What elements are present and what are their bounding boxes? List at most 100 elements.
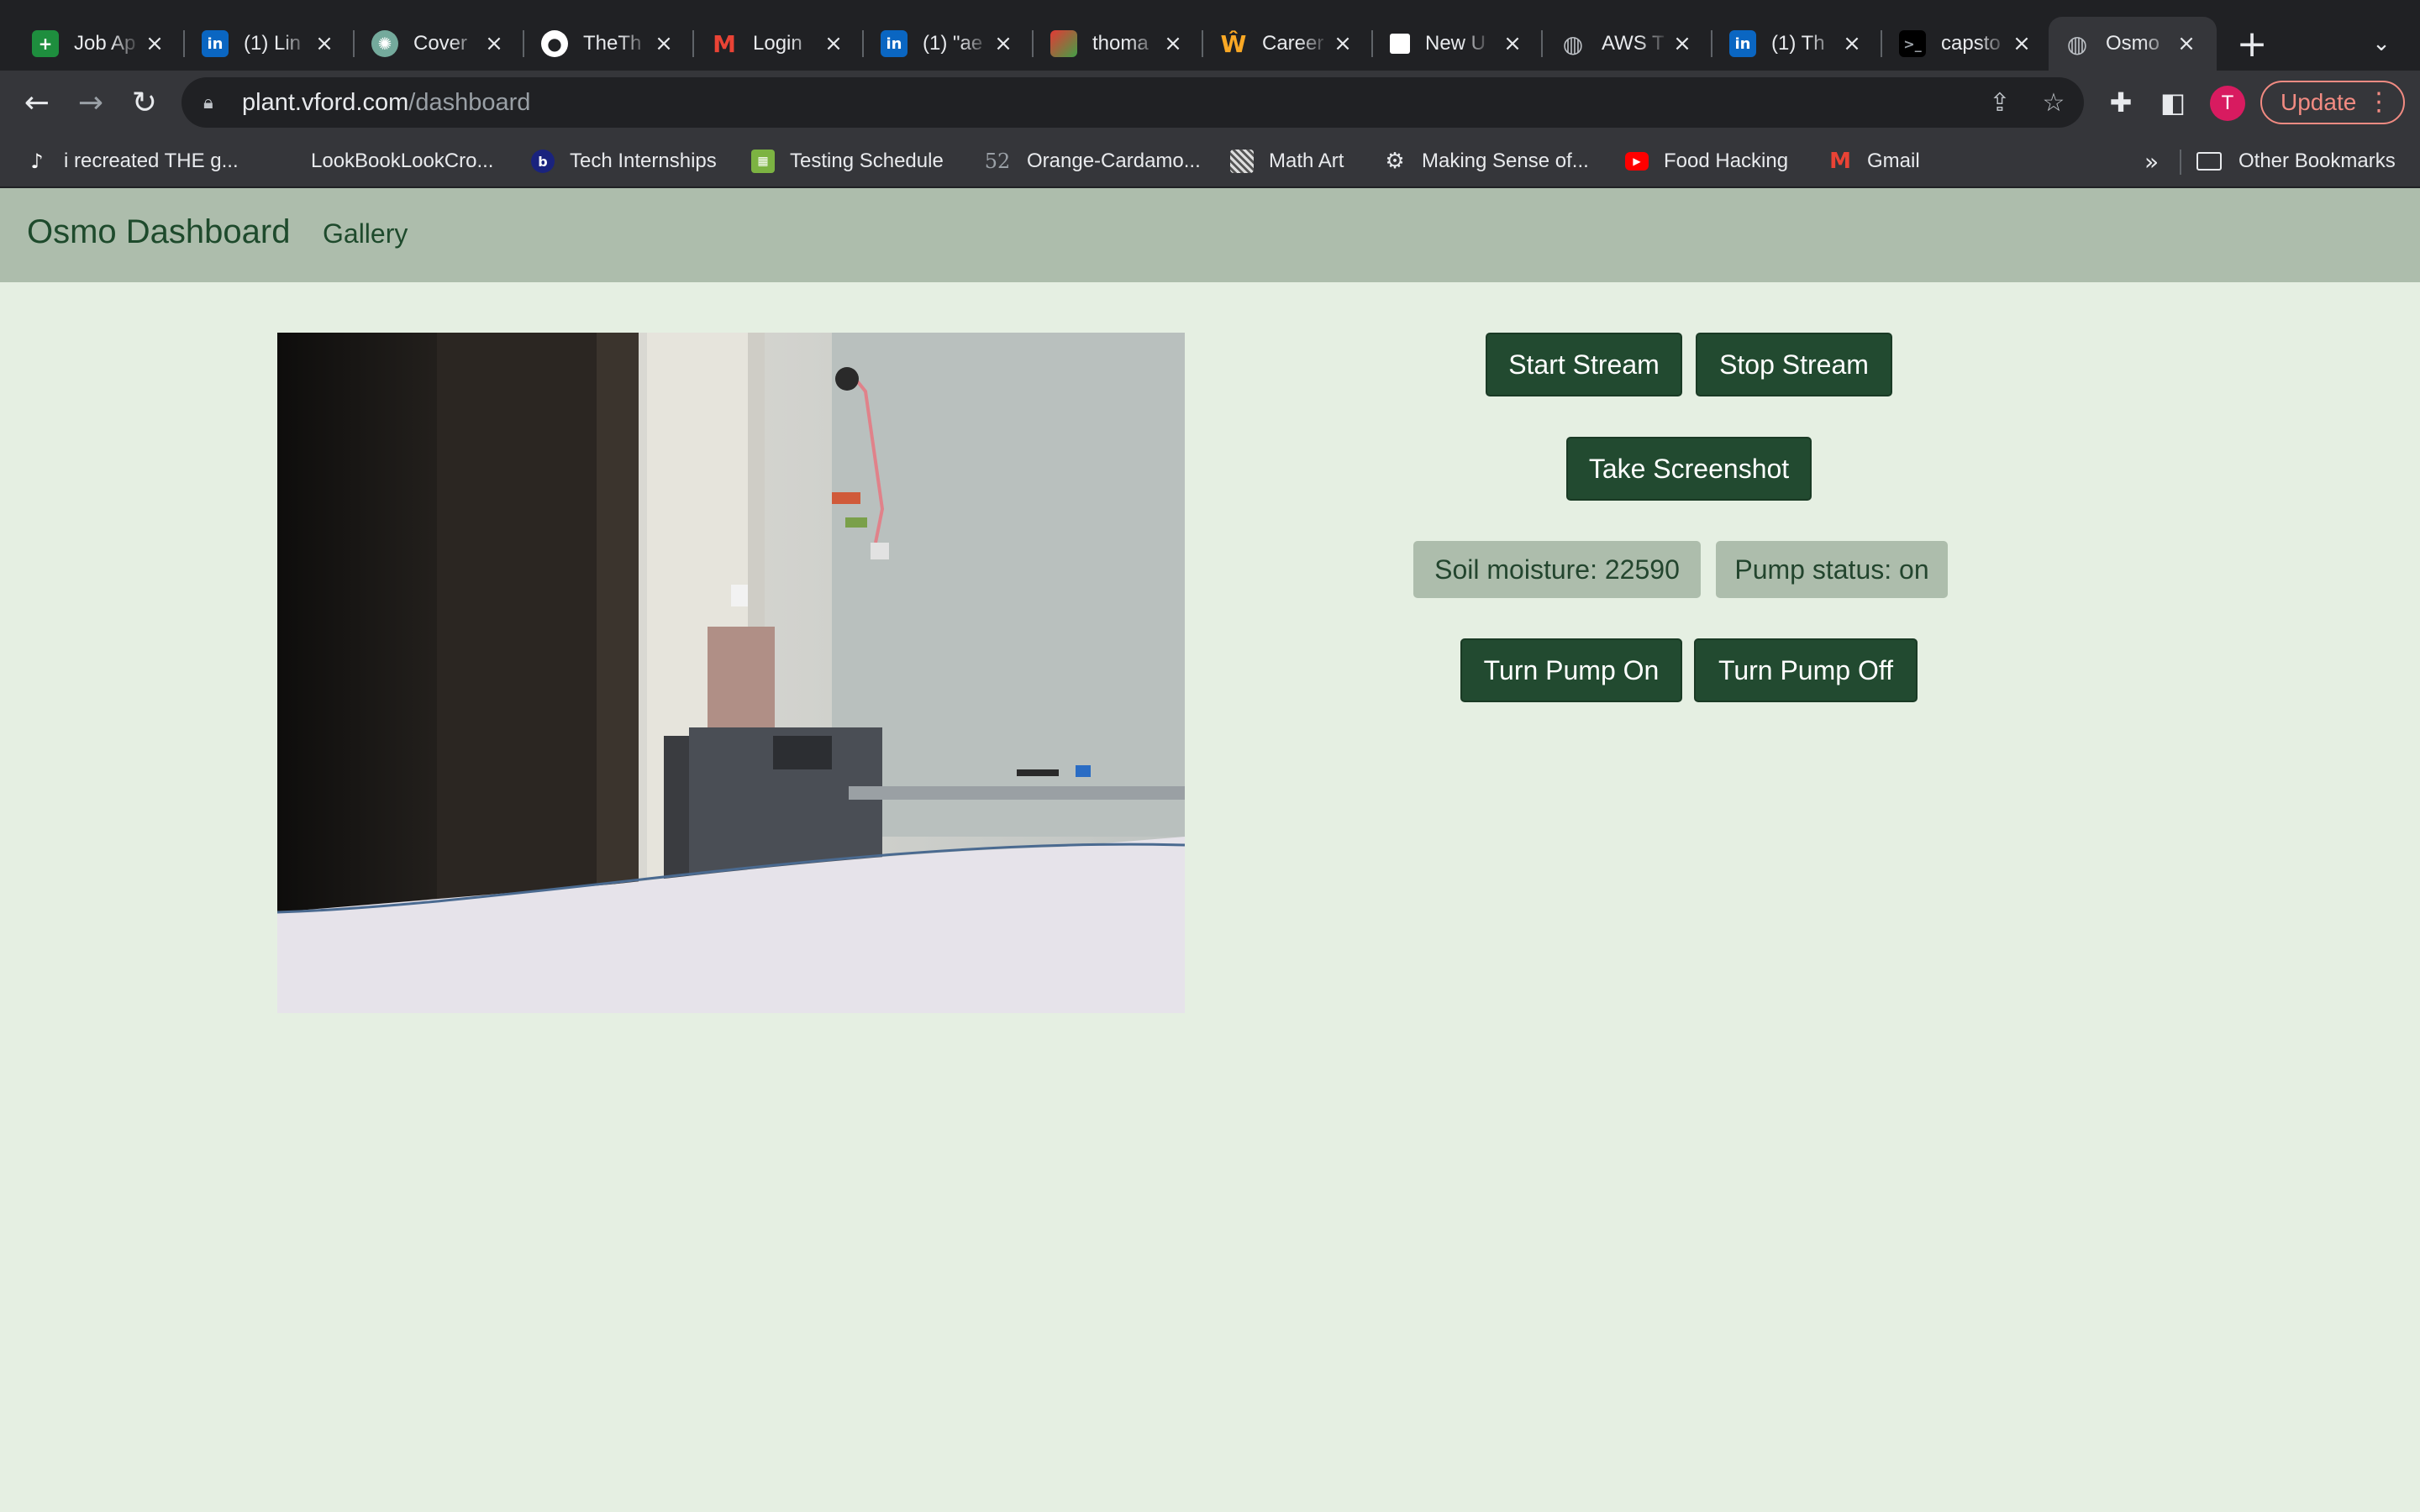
tab-thoma[interactable]: thoma ×	[1035, 17, 1203, 71]
bookmark-item[interactable]: b Tech Internships	[531, 146, 717, 176]
pump-status-badge: Pump status: on	[1716, 541, 1948, 598]
tab-separator	[183, 30, 185, 57]
tab-aws[interactable]: ◍ AWS T ×	[1544, 17, 1712, 71]
tab-separator	[692, 30, 694, 57]
url-path: /dashboard	[408, 88, 531, 116]
tab-search-chevron-icon[interactable]: ⌄	[2365, 27, 2398, 60]
tiktok-icon: ♪	[30, 150, 44, 173]
tab-separator	[1541, 30, 1543, 57]
tab-title: Job Ap	[74, 32, 136, 55]
stop-stream-button[interactable]: Stop Stream	[1696, 333, 1892, 396]
new-tab-button[interactable]: +	[2232, 23, 2272, 66]
start-stream-button[interactable]: Start Stream	[1486, 333, 1682, 396]
side-panel-icon[interactable]: ◧	[2153, 82, 2193, 123]
take-screenshot-button[interactable]: Take Screenshot	[1566, 437, 1812, 501]
tab-title: AWS T	[1602, 32, 1665, 55]
kebab-menu-icon[interactable]: ⋮	[2366, 87, 2391, 117]
pattern-icon	[1230, 150, 1254, 173]
bookmark-item[interactable]: ♪ i recreated THE g...	[25, 146, 239, 176]
nav-gallery-link[interactable]: Gallery	[323, 218, 408, 249]
extensions-puzzle-icon[interactable]: ✚	[2101, 82, 2141, 123]
youtube-icon: ▶	[1625, 152, 1649, 171]
bookmark-star-icon[interactable]: ☆	[2037, 86, 2070, 119]
bookmark-label: LookBookLookCro...	[311, 150, 494, 172]
close-icon[interactable]: ×	[990, 30, 1017, 57]
tab-title: Osmo	[2106, 32, 2160, 55]
colorful-plant-icon	[1050, 30, 1077, 57]
linkedin-icon: in	[1729, 30, 1756, 57]
close-icon[interactable]: ×	[1499, 30, 1526, 57]
close-icon[interactable]: ×	[481, 30, 508, 57]
globe-icon: ◍	[2066, 29, 2088, 58]
bookmark-label: Other Bookmarks	[2238, 150, 2396, 172]
tab-login-gmail[interactable]: M Login ×	[696, 17, 864, 71]
bookmark-item[interactable]: ▦ Testing Schedule	[751, 146, 944, 176]
bookmark-item[interactable]: 52 Orange-Cardamo...	[983, 146, 1201, 176]
camera-frame-image	[277, 333, 1185, 1013]
tab-job-applications[interactable]: + Job Ap ×	[17, 17, 185, 71]
close-icon[interactable]: ×	[141, 30, 168, 57]
address-bar[interactable]: 🔒︎ plant.vford.com/dashboard	[182, 77, 2084, 128]
tab-linkedin-1[interactable]: in (1) Lin ×	[187, 17, 355, 71]
browser-toolbar: ← → ↻ 🔒︎ plant.vford.com/dashboard ⇪ ☆ ✚…	[0, 71, 2420, 134]
close-icon[interactable]: ×	[1669, 30, 1696, 57]
brand-link[interactable]: Osmo Dashboard	[27, 213, 290, 251]
close-icon[interactable]: ×	[2008, 30, 2035, 57]
tab-new-u[interactable]: New U ×	[1375, 17, 1543, 71]
reload-icon[interactable]: ↻	[124, 82, 165, 123]
close-icon[interactable]: ×	[650, 30, 677, 57]
tab-separator	[1202, 30, 1203, 57]
bookmark-item[interactable]: ▶ Food Hacking	[1625, 146, 1788, 176]
bookmark-label: Math Art	[1269, 150, 1344, 172]
linkedin-icon: in	[202, 30, 229, 57]
tab-separator	[1711, 30, 1712, 57]
tab-linkedin-2[interactable]: in (1) "ae ×	[865, 17, 1034, 71]
bookmark-item[interactable]: ⚙ Making Sense of...	[1383, 146, 1588, 176]
bookmark-label: i recreated THE g...	[64, 150, 239, 172]
bookmark-label: Orange-Cardamo...	[1027, 150, 1201, 172]
folder-icon	[2196, 152, 2222, 171]
close-icon[interactable]: ×	[1329, 30, 1356, 57]
close-icon[interactable]: ×	[820, 30, 847, 57]
tab-capstone[interactable]: >_ capsto ×	[1884, 17, 2052, 71]
tab-linkedin-3[interactable]: in (1) Th ×	[1714, 17, 1882, 71]
share-icon[interactable]: ⇪	[1983, 86, 2017, 119]
bold-b-icon: b	[531, 150, 555, 173]
app-navbar: Osmo Dashboard Gallery	[0, 188, 2420, 282]
tab-cover[interactable]: ✺ Cover ×	[356, 17, 524, 71]
back-arrow-icon[interactable]: ←	[17, 82, 57, 123]
tab-github[interactable]: ● TheTh ×	[526, 17, 694, 71]
tab-strip: + Job Ap × in (1) Lin × ✺ Cover × ● TheT…	[0, 0, 2420, 71]
forward-arrow-icon[interactable]: →	[71, 82, 111, 123]
tab-separator	[353, 30, 355, 57]
gmail-icon: M	[1829, 149, 1851, 174]
gear-logo-icon: ⚙	[1385, 149, 1405, 174]
more-bookmarks-chevron[interactable]: »	[2144, 148, 2159, 176]
turn-pump-on-button[interactable]: Turn Pump On	[1460, 638, 1682, 702]
url-host: plant.vford.com	[242, 88, 409, 116]
camera-stream	[277, 333, 1185, 1013]
tab-title: TheTh	[583, 32, 642, 55]
tab-osmo-active[interactable]: ◍ Osmo ×	[2049, 17, 2217, 71]
tab-career[interactable]: Ŵ Career ×	[1205, 17, 1373, 71]
tab-title: Login	[753, 32, 802, 55]
bookmark-item[interactable]: M Gmail	[1828, 146, 1920, 176]
bookmarks-bar: ♪ i recreated THE g... LookBookLookCro..…	[0, 134, 2420, 188]
tab-title: (1) Lin	[244, 32, 302, 55]
close-icon[interactable]: ×	[1839, 30, 1865, 57]
gmail-icon: M	[713, 29, 736, 58]
tab-title: Cover	[413, 32, 468, 55]
tab-separator	[1371, 30, 1373, 57]
bookmark-item[interactable]: Math Art	[1230, 146, 1344, 176]
food52-icon: 52	[984, 150, 1011, 173]
update-button[interactable]: Update ⋮	[2260, 81, 2405, 124]
close-icon[interactable]: ×	[2173, 30, 2200, 57]
profile-avatar[interactable]: T	[2210, 86, 2245, 121]
close-icon[interactable]: ×	[311, 30, 338, 57]
bookmark-label: Tech Internships	[570, 150, 717, 172]
chatgpt-icon: ✺	[371, 30, 398, 57]
bookmark-item[interactable]: LookBookLookCro...	[274, 146, 493, 176]
turn-pump-off-button[interactable]: Turn Pump Off	[1694, 638, 1918, 702]
other-bookmarks-folder[interactable]: Other Bookmarks	[2196, 146, 2396, 176]
close-icon[interactable]: ×	[1160, 30, 1186, 57]
